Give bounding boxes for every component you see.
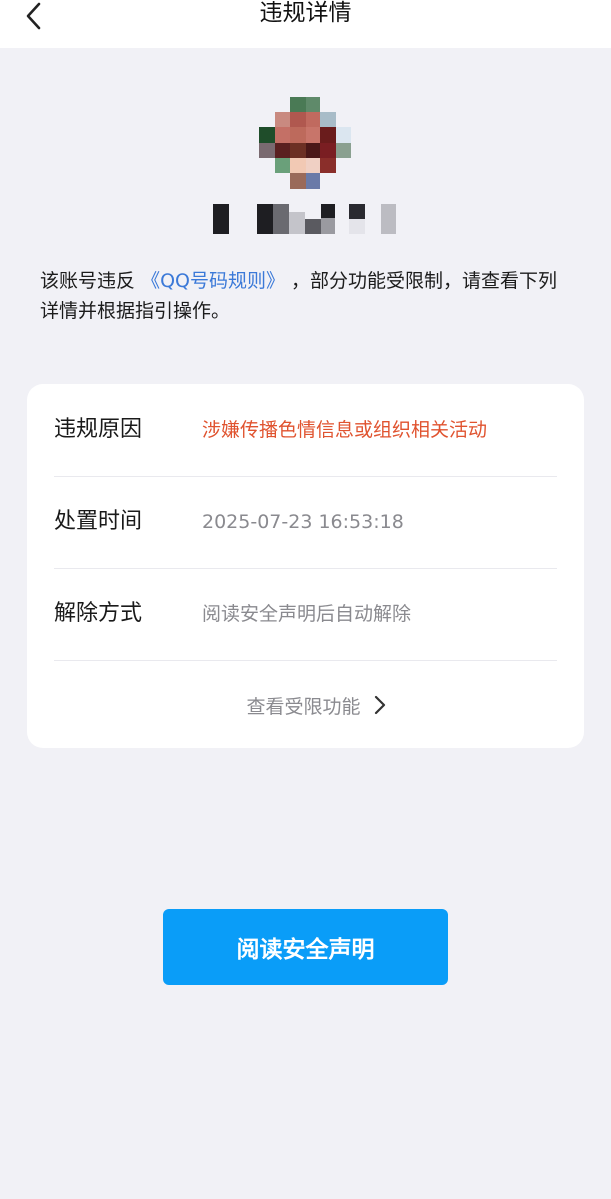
page-title: 违规详情 [259, 0, 352, 26]
notice-prefix: 该账号违反 [40, 270, 136, 292]
top-bar: 违规详情 [0, 0, 611, 48]
read-security-statement-button[interactable]: 阅读安全声明 [163, 909, 448, 985]
violation-detail-page: 违规详情 该账号违反 《QQ号码规则》 ，部分功能受限制，请查看下列详情并根据指… [0, 0, 611, 1199]
detail-label: 违规原因 [54, 417, 143, 442]
violation-notice: 该账号违反 《QQ号码规则》 ，部分功能受限制，请查看下列详情并根据指引操作。 [40, 266, 570, 326]
detail-label: 处置时间 [54, 509, 143, 534]
qq-rules-link[interactable]: 《QQ号码规则》 [141, 270, 285, 292]
detail-value: 阅读安全声明后自动解除 [202, 603, 412, 625]
violation-details-card: 违规原因 涉嫌传播色情信息或组织相关活动 处置时间 2025-07-23 16:… [27, 384, 584, 748]
nickname [213, 204, 396, 234]
chevron-right-icon [374, 695, 385, 715]
detail-label: 解除方式 [54, 601, 143, 626]
avatar[interactable] [259, 97, 351, 189]
detail-row-resolution: 解除方式 阅读安全声明后自动解除 [54, 568, 557, 661]
view-restricted-features-label: 查看受限功能 [246, 695, 361, 718]
detail-row-reason: 违规原因 涉嫌传播色情信息或组织相关活动 [54, 384, 557, 477]
detail-value: 涉嫌传播色情信息或组织相关活动 [202, 419, 488, 441]
view-restricted-features-link[interactable]: 查看受限功能 [27, 662, 584, 748]
detail-value: 2025-07-23 16:53:18 [202, 511, 404, 533]
detail-row-time: 处置时间 2025-07-23 16:53:18 [54, 476, 557, 569]
